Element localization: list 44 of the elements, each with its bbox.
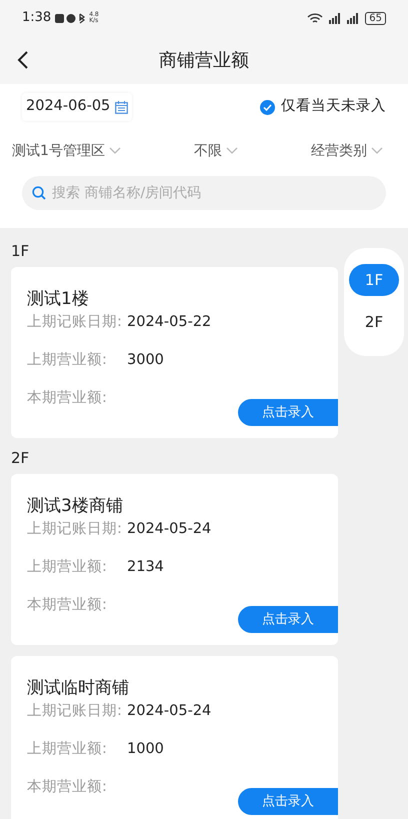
shop-name: 测试临时商铺 bbox=[27, 677, 130, 700]
field-value: 1000 bbox=[127, 740, 164, 760]
search-input[interactable]: 搜索 商铺名称/房间代码 bbox=[52, 182, 376, 204]
chevron-down-icon bbox=[226, 147, 238, 155]
calendar-icon bbox=[115, 100, 128, 114]
status-time: 1:38 bbox=[22, 9, 52, 28]
field-value: 3000 bbox=[127, 351, 164, 370]
field-label: 上期记账日期: bbox=[27, 520, 123, 540]
battery-indicator: 65 bbox=[365, 12, 386, 24]
shop-name: 测试3楼商铺 bbox=[27, 495, 124, 518]
filter-dropdown[interactable]: 不限 bbox=[194, 140, 238, 162]
enter-button[interactable]: 点击录入 bbox=[238, 606, 338, 633]
field-label: 本期营业额: bbox=[27, 388, 108, 408]
floor-heading: 2F bbox=[11, 449, 30, 468]
field-label: 上期记账日期: bbox=[27, 702, 123, 722]
field-value: 2024-05-24 bbox=[127, 520, 212, 540]
field-label: 上期记账日期: bbox=[27, 313, 123, 332]
field-label: 上期营业额: bbox=[27, 740, 108, 760]
chevron-down-icon bbox=[370, 147, 383, 155]
enter-button[interactable]: 点击录入 bbox=[238, 788, 338, 815]
check-icon bbox=[263, 104, 272, 110]
only-unentered-checkbox[interactable]: 仅看当天未录入 bbox=[260, 96, 386, 118]
search-field[interactable]: 搜索 商铺名称/房间代码 bbox=[22, 176, 386, 210]
date-picker[interactable]: 2024-06-05 bbox=[22, 93, 132, 121]
page-title: 商铺营业额 bbox=[159, 48, 249, 72]
field-label: 本期营业额: bbox=[27, 778, 108, 798]
field-value: 2024-05-22 bbox=[127, 313, 212, 332]
filter-dropdown[interactable]: 测试1号管理区 bbox=[12, 140, 121, 162]
search-icon bbox=[32, 186, 46, 200]
floor-index-item[interactable]: 2F bbox=[349, 306, 399, 338]
chevron-down-icon bbox=[108, 147, 121, 155]
field-label: 上期营业额: bbox=[27, 350, 108, 370]
enter-button[interactable]: 点击录入 bbox=[238, 399, 338, 426]
wifi-icon bbox=[307, 12, 324, 24]
field-label: 上期营业额: bbox=[27, 558, 108, 578]
notification-icons bbox=[55, 12, 86, 24]
field-value: 2024-05-24 bbox=[127, 702, 212, 722]
field-label: 本期营业额: bbox=[27, 596, 108, 616]
field-value: 2134 bbox=[127, 558, 164, 578]
floor-heading: 1F bbox=[11, 242, 30, 261]
shop-name: 测试1楼 bbox=[27, 288, 90, 311]
filter-dropdown[interactable]: 经营类别 bbox=[310, 140, 383, 162]
back-icon[interactable] bbox=[17, 50, 29, 70]
floor-index-item[interactable]: 1F bbox=[349, 264, 399, 296]
